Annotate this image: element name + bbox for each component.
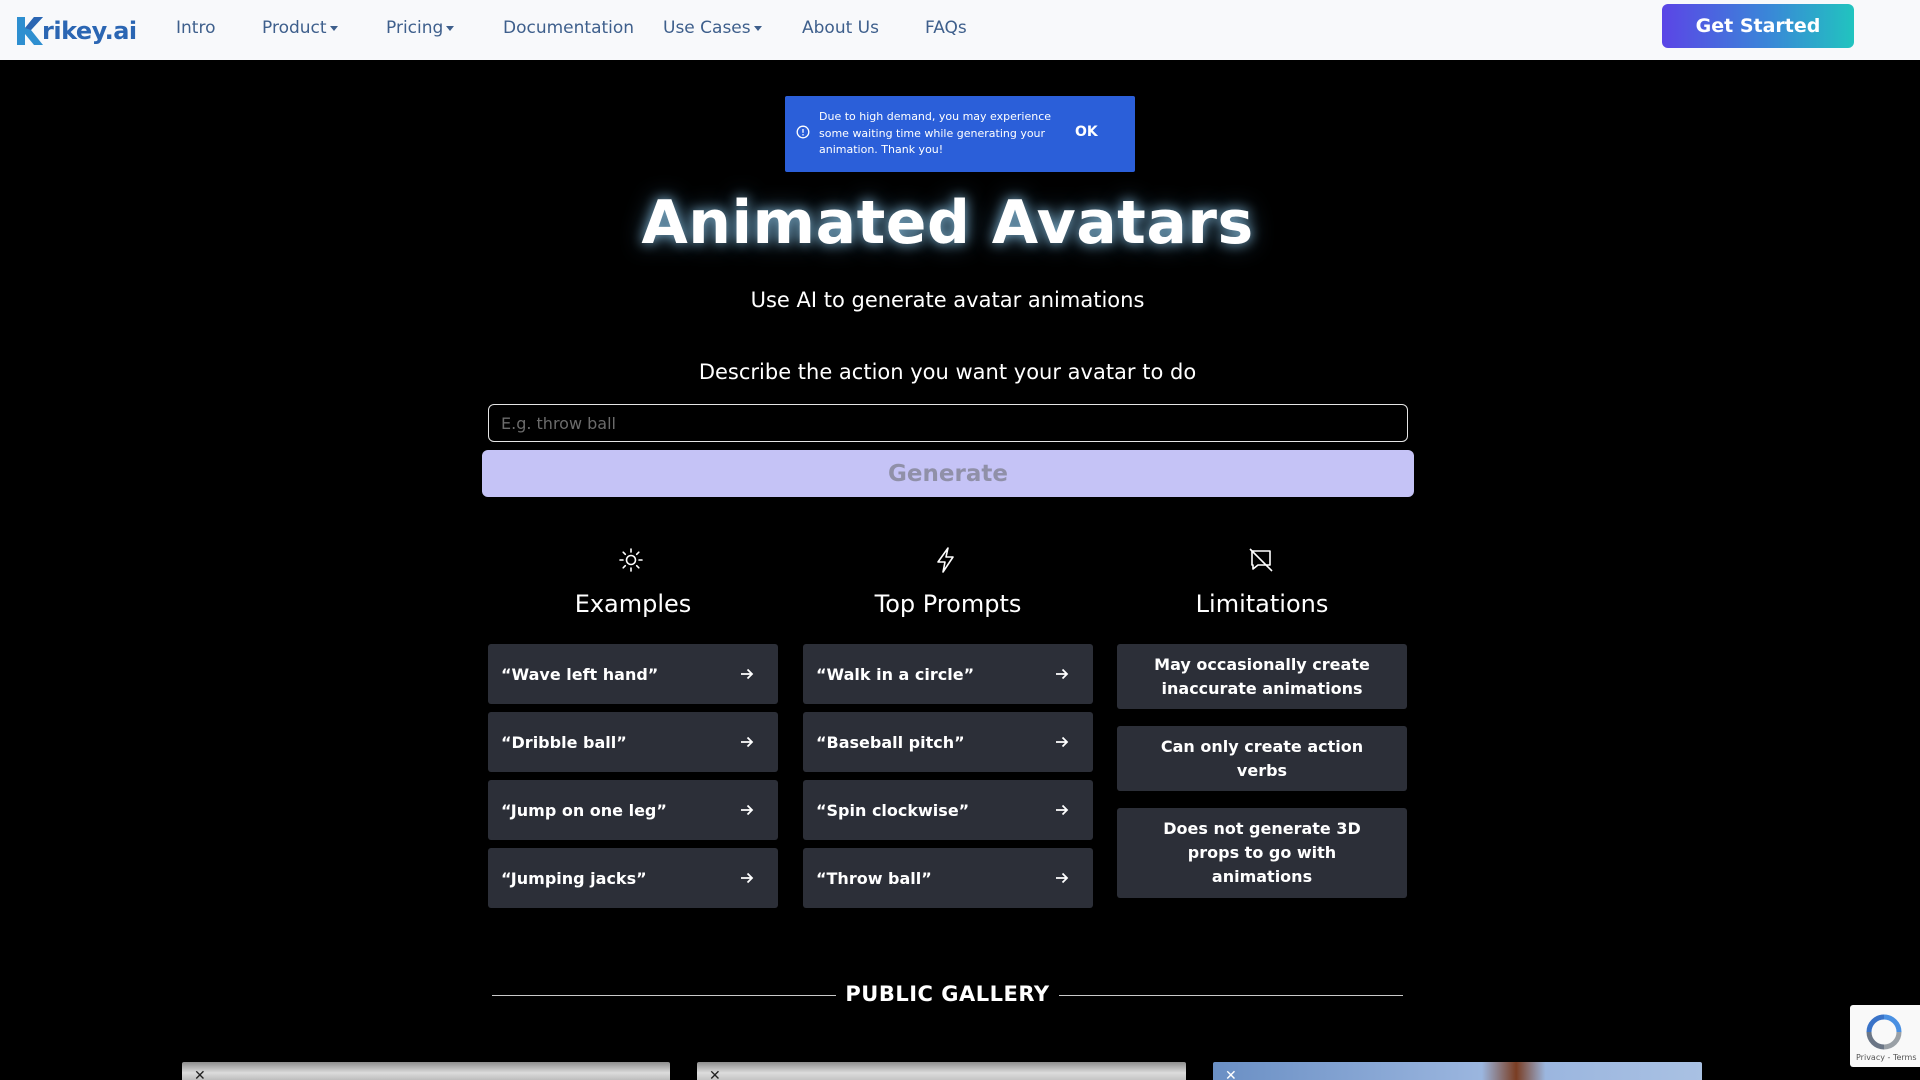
example-card-label: “Dribble ball”: [501, 732, 627, 752]
message-off-icon: [1249, 548, 1273, 572]
nav-use-cases-label: Use Cases: [663, 18, 751, 38]
limitations-heading: Limitations: [1195, 590, 1329, 618]
top-prompt-card[interactable]: “Walk in a circle”: [803, 644, 1093, 704]
arrow-right-icon: [1056, 736, 1069, 748]
action-prompt-input[interactable]: [488, 404, 1408, 442]
arrow-right-icon: [1056, 804, 1069, 816]
get-started-button[interactable]: Get Started: [1662, 4, 1854, 48]
krikey-logo[interactable]: rikey.ai: [14, 14, 137, 48]
nav-documentation-label: Documentation: [503, 18, 635, 38]
page-subtitle: Use AI to generate avatar animations: [750, 288, 1145, 312]
top-prompt-card[interactable]: “Throw ball”: [803, 848, 1093, 908]
top-prompt-card-label: “Throw ball”: [816, 868, 932, 888]
public-gallery-heading: PUBLIC GALLERY: [845, 982, 1050, 1006]
top-navbar: rikey.ai Intro Product Pricing Documenta…: [0, 0, 1920, 60]
arrow-right-icon: [741, 736, 754, 748]
examples-heading: Examples: [574, 590, 692, 618]
limitation-card: Can only create action verbs: [1117, 726, 1407, 791]
nav-intro[interactable]: Intro: [176, 18, 215, 38]
nav-product-label: Product: [262, 18, 327, 38]
top-prompts-heading: Top Prompts: [874, 590, 1022, 618]
caret-down-icon: [329, 25, 338, 31]
nav-faqs-label: FAQs: [925, 18, 967, 38]
close-icon[interactable]: ✕: [1225, 1068, 1237, 1080]
alert-ok-button[interactable]: OK: [1075, 124, 1098, 140]
arrow-right-icon: [741, 872, 754, 884]
arrow-right-icon: [1056, 872, 1069, 884]
gallery-thumbnail[interactable]: ✕: [182, 1062, 670, 1080]
alert-message: Due to high demand, you may experience s…: [819, 110, 1052, 156]
close-icon[interactable]: ✕: [709, 1068, 721, 1080]
lightning-icon: [937, 547, 954, 573]
top-prompt-card-label: “Spin clockwise”: [816, 800, 970, 820]
limitation-text: Can only create action verbs: [1160, 736, 1364, 780]
example-card[interactable]: “Jump on one leg”: [488, 780, 778, 840]
gallery-thumbnail[interactable]: ✕: [697, 1062, 1186, 1080]
caret-down-icon: [753, 25, 762, 31]
nav-pricing[interactable]: Pricing: [386, 18, 455, 38]
limitation-text: Does not generate 3D props to go with an…: [1163, 819, 1361, 886]
page-title: Animated Avatars: [641, 188, 1254, 258]
nav-documentation[interactable]: Documentation: [503, 18, 634, 38]
gallery-divider-right: [1059, 995, 1403, 996]
nav-about-us[interactable]: About Us: [802, 18, 879, 38]
arrow-right-icon: [741, 804, 754, 816]
nav-product[interactable]: Product: [262, 18, 338, 38]
recaptcha-terms[interactable]: Privacy - Terms: [1856, 1053, 1917, 1062]
example-card-label: “Jump on one leg”: [501, 800, 667, 820]
nav-faqs[interactable]: FAQs: [925, 18, 967, 38]
nav-use-cases[interactable]: Use Cases: [663, 18, 762, 38]
sun-icon: [619, 548, 643, 572]
logo-text: rikey.ai: [42, 17, 137, 45]
top-prompt-card-label: “Baseball pitch”: [816, 732, 965, 752]
example-card-label: “Wave left hand”: [501, 664, 659, 684]
limitation-card: Does not generate 3D props to go with an…: [1117, 808, 1407, 898]
recaptcha-icon: [1866, 1014, 1902, 1050]
top-prompt-card[interactable]: “Baseball pitch”: [803, 712, 1093, 772]
example-card[interactable]: “Jumping jacks”: [488, 848, 778, 908]
top-prompt-card[interactable]: “Spin clockwise”: [803, 780, 1093, 840]
close-icon[interactable]: ✕: [194, 1068, 206, 1080]
recaptcha-badge[interactable]: Privacy - Terms: [1850, 1005, 1920, 1067]
example-card-label: “Jumping jacks”: [501, 868, 647, 888]
arrow-right-icon: [741, 668, 754, 680]
generate-button[interactable]: Generate: [482, 450, 1414, 497]
caret-down-icon: [446, 25, 455, 31]
gallery-thumbnail[interactable]: ✕: [1213, 1062, 1702, 1080]
nav-pricing-label: Pricing: [386, 18, 444, 38]
top-prompt-card-label: “Walk in a circle”: [816, 664, 975, 684]
logo-k-icon: [17, 17, 43, 45]
limitation-text: May occasionally create inaccurate anima…: [1154, 654, 1370, 698]
example-card[interactable]: “Dribble ball”: [488, 712, 778, 772]
limitation-card: May occasionally create inaccurate anima…: [1117, 644, 1407, 709]
prompt-label: Describe the action you want your avatar…: [698, 360, 1197, 384]
demand-alert: Due to high demand, you may experience s…: [785, 96, 1135, 172]
example-card[interactable]: “Wave left hand”: [488, 644, 778, 704]
nav-intro-label: Intro: [176, 18, 216, 38]
info-circle-icon: [796, 125, 810, 139]
nav-about-us-label: About Us: [802, 18, 879, 38]
arrow-right-icon: [1056, 668, 1069, 680]
